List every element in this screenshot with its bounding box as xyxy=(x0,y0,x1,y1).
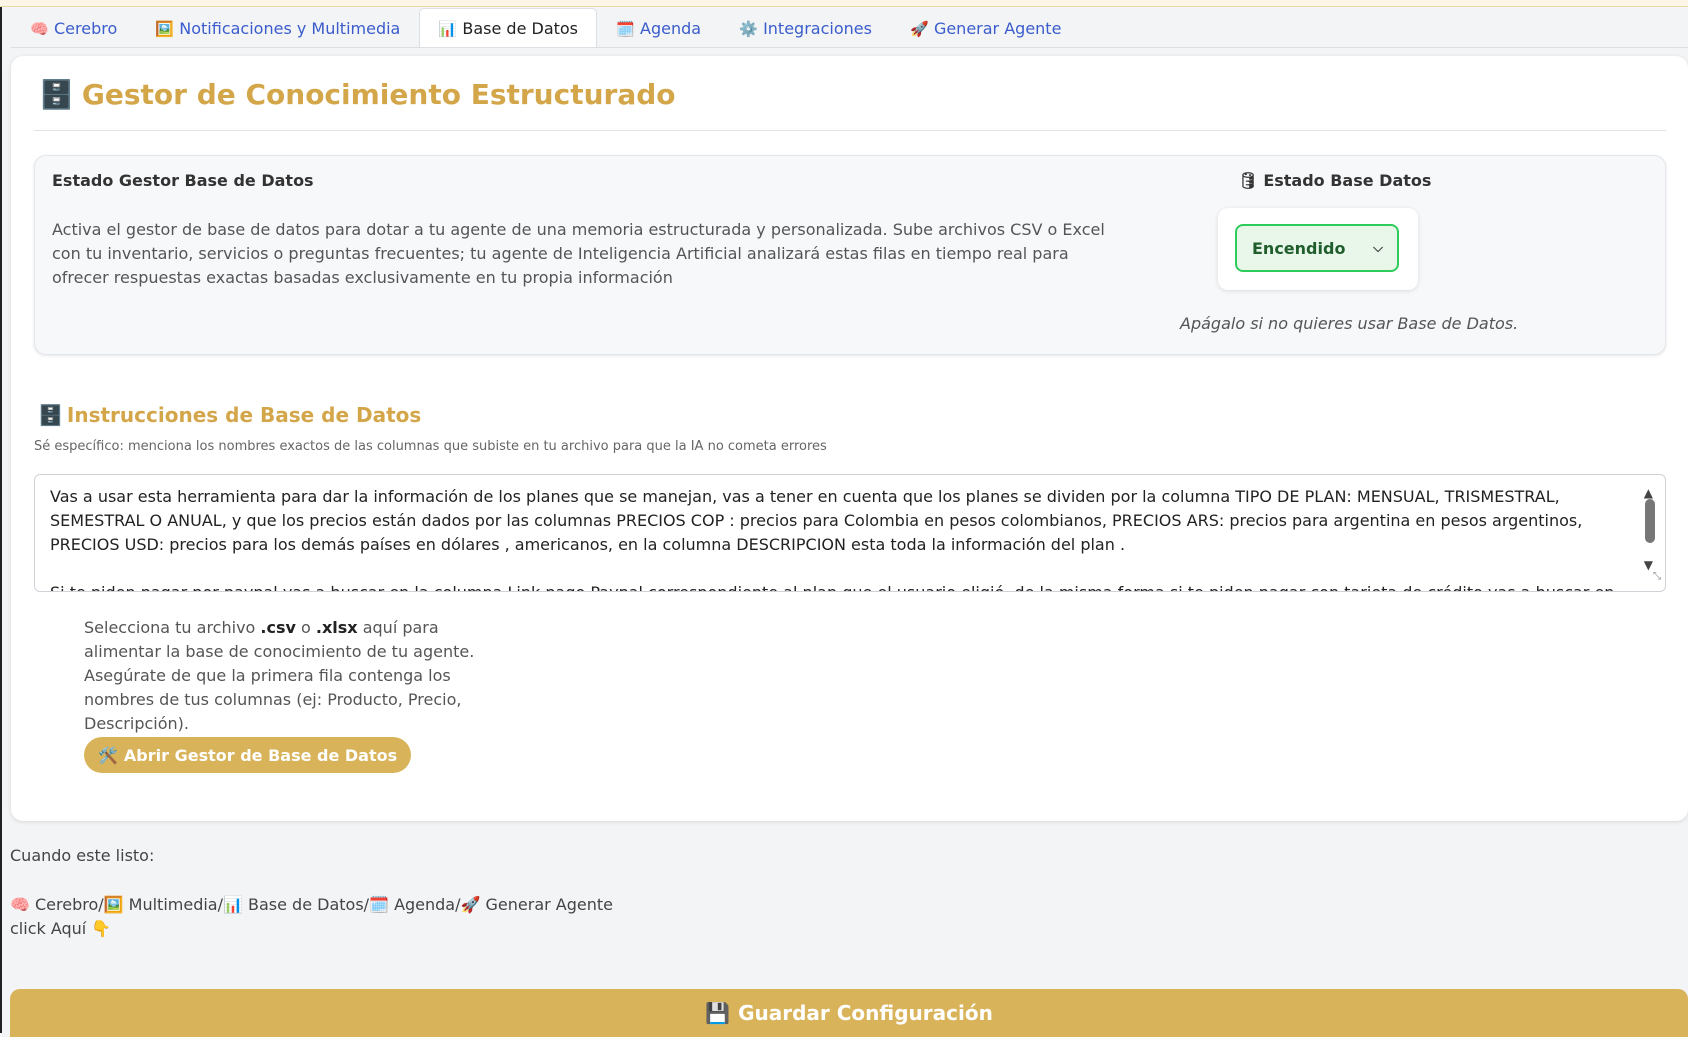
tab-notificaciones-multimedia[interactable]: 🖼️ Notificaciones y Multimedia xyxy=(136,8,419,48)
file-cabinet-icon: 🗄️ xyxy=(38,403,63,427)
file-cabinet-icon: 🗄️ xyxy=(39,78,74,111)
resize-handle-icon[interactable]: ⤡ xyxy=(1653,565,1661,589)
upload-text: Selecciona tu archivo xyxy=(84,618,261,637)
upload-description: Selecciona tu archivo .csv o .xlsx aquí … xyxy=(84,616,494,736)
tab-cerebro[interactable]: 🧠 Cerebro xyxy=(11,8,136,48)
instructions-title: 🗄️ Instrucciones de Base de Datos xyxy=(38,403,421,427)
scrollbar-thumb[interactable] xyxy=(1645,499,1655,543)
tab-label: Cerebro xyxy=(54,19,118,38)
tab-bar: 🧠 Cerebro 🖼️ Notificaciones y Multimedia… xyxy=(11,7,1080,48)
top-strip xyxy=(0,0,1688,7)
page-title-text: Gestor de Conocimiento Estructurado xyxy=(81,78,676,111)
footer-click-here: click Aquí 👇 xyxy=(10,919,112,938)
db-status-label-text: Estado Base Datos xyxy=(1263,171,1432,190)
db-status-select[interactable]: Encendido ⌵ xyxy=(1235,224,1399,272)
chevron-down-icon: ⌵ xyxy=(1373,240,1383,256)
main-card: 🗄️ Gestor de Conocimiento Estructurado E… xyxy=(11,56,1688,821)
tab-integraciones[interactable]: ⚙️ Integraciones xyxy=(720,8,891,48)
status-description: Activa el gestor de base de datos para d… xyxy=(52,220,1105,287)
scroll-down-arrow-icon[interactable]: ▼ xyxy=(1644,553,1653,577)
instructions-paragraph: Vas a usar esta herramienta para dar la … xyxy=(50,487,1583,554)
status-heading: Estado Gestor Base de Datos xyxy=(52,171,314,190)
open-db-manager-button[interactable]: 🛠️ Abrir Gestor de Base de Datos xyxy=(84,737,412,773)
rocket-icon: 🚀 xyxy=(909,19,929,38)
picture-icon: 🖼️ xyxy=(155,19,174,38)
db-status-label: 🛢 Estado Base Datos xyxy=(1238,171,1431,190)
save-config-label: Guardar Configuración xyxy=(738,1001,993,1025)
tools-icon: 🛠️ xyxy=(98,745,118,765)
instructions-paragraph: Si te piden pagar por paypal vas a busca… xyxy=(50,581,1625,591)
calendar-icon: 🗓️ xyxy=(616,19,635,38)
select-value: Encendido xyxy=(1252,238,1346,258)
open-db-manager-label: Abrir Gestor de Base de Datos xyxy=(123,745,398,765)
csv-extension: .csv xyxy=(260,618,296,637)
tab-label: Agenda xyxy=(640,19,702,38)
title-divider xyxy=(34,130,1666,131)
instructions-textarea[interactable]: Vas a usar esta herramienta para dar la … xyxy=(34,474,1666,592)
tab-base-de-datos[interactable]: 📊 Base de Datos xyxy=(419,8,598,48)
tab-label: Integraciones xyxy=(763,19,872,38)
left-edge xyxy=(0,7,2,1033)
page-title: 🗄️ Gestor de Conocimiento Estructurado xyxy=(39,78,676,111)
tab-generar-agente[interactable]: 🚀 Generar Agente xyxy=(891,8,1080,48)
instructions-title-text: Instrucciones de Base de Datos xyxy=(66,403,422,427)
database-icon: 🛢 xyxy=(1238,171,1259,190)
footer-path: 🧠 Cerebro/🖼️ Multimedia/📊 Base de Datos/… xyxy=(10,895,613,914)
status-hint: Apágalo si no quieres usar Base de Datos… xyxy=(1180,314,1519,333)
status-panel: Estado Gestor Base de Datos Activa el ge… xyxy=(34,155,1666,355)
tab-label: Notificaciones y Multimedia xyxy=(179,19,401,38)
when-ready-text: Cuando este listo: xyxy=(10,846,155,865)
gear-icon: ⚙️ xyxy=(739,19,758,38)
floppy-disk-icon: 💾 xyxy=(705,1001,731,1025)
xlsx-extension: .xlsx xyxy=(315,618,358,637)
footer-instructions: 🧠 Cerebro/🖼️ Multimedia/📊 Base de Datos/… xyxy=(10,893,613,941)
bar-chart-icon: 📊 xyxy=(438,19,458,38)
tab-label: Generar Agente xyxy=(933,19,1062,38)
tab-divider xyxy=(11,47,1688,48)
instructions-subtitle: Sé específico: menciona los nombres exac… xyxy=(34,439,827,454)
brain-icon: 🧠 xyxy=(30,19,49,38)
tab-label: Base de Datos xyxy=(462,19,579,38)
save-config-button[interactable]: 💾 Guardar Configuración xyxy=(10,989,1688,1037)
tab-agenda[interactable]: 🗓️ Agenda xyxy=(597,8,720,48)
select-container: Encendido ⌵ xyxy=(1218,208,1418,290)
upload-text: o xyxy=(295,618,316,637)
